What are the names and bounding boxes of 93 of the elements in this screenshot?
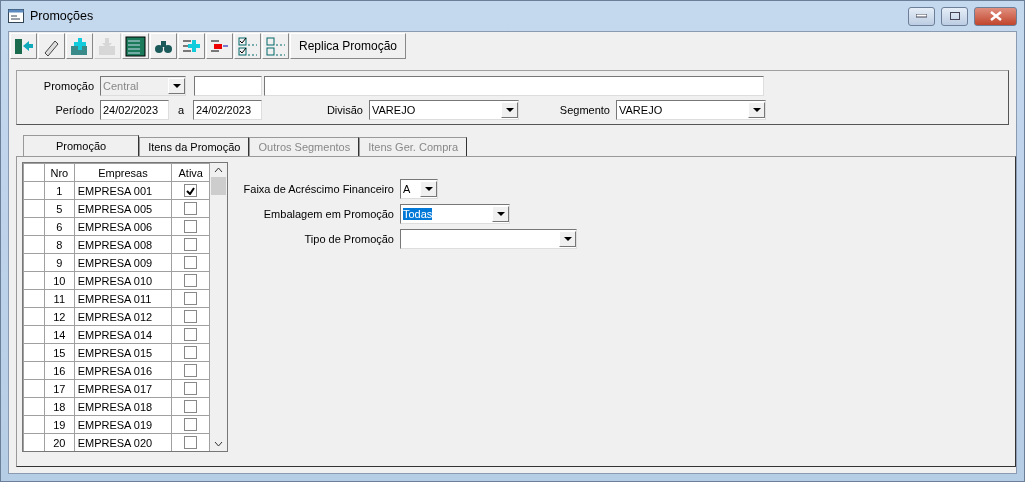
date-field[interactable]: 24/02/2023 <box>100 100 169 120</box>
minimize-button[interactable] <box>908 6 935 26</box>
window-icon <box>8 9 24 23</box>
caret-icon <box>563 236 572 242</box>
window-title: Promoções <box>30 9 95 23</box>
table-cell: EMPRESA 011 <box>74 289 172 308</box>
table-cell: EMPRESA 005 <box>74 199 172 218</box>
input-field[interactable] <box>194 76 262 96</box>
checkbox[interactable] <box>184 256 198 269</box>
tab[interactable]: Itens da Promoção <box>139 137 250 156</box>
dropdown-value: Todas <box>403 208 433 220</box>
toolbar-button[interactable] <box>38 33 65 59</box>
table-cell: 14 <box>44 325 75 344</box>
checkbox[interactable] <box>184 436 198 449</box>
toolbar-button[interactable] <box>150 33 177 59</box>
table-cell: EMPRESA 001 <box>74 181 172 200</box>
table-cell: EMPRESA 006 <box>74 217 172 236</box>
caret-icon <box>496 211 505 217</box>
caret-icon <box>752 107 761 113</box>
checkbox[interactable] <box>184 364 198 377</box>
column-header[interactable]: Ativa <box>171 163 210 182</box>
division-dropdown[interactable]: VAREJO <box>369 100 519 120</box>
tab[interactable]: Promoção <box>23 135 140 156</box>
close-button[interactable] <box>974 6 1017 26</box>
toolbar-button[interactable] <box>122 33 149 59</box>
minimize-icon <box>916 14 927 18</box>
table-cell: 15 <box>44 343 75 362</box>
table-icon <box>125 35 146 57</box>
checkbox[interactable] <box>184 400 198 413</box>
date-separator: a <box>176 104 186 116</box>
table-cell: 5 <box>44 199 75 218</box>
checkbox[interactable] <box>184 184 198 197</box>
caret-icon <box>505 107 514 113</box>
maximize-button[interactable] <box>941 6 968 26</box>
unchecked-list-icon <box>265 35 286 57</box>
dropdown[interactable]: Todas <box>400 204 510 224</box>
checkbox[interactable] <box>184 328 198 341</box>
dropdown[interactable] <box>400 229 577 249</box>
field-label: Promoção <box>42 80 95 92</box>
dropdown-value: A <box>403 183 411 195</box>
table-cell: 16 <box>44 361 75 380</box>
table-cell: 11 <box>44 289 75 308</box>
table-cell: EMPRESA 016 <box>74 361 172 380</box>
table-cell: EMPRESA 019 <box>74 415 172 434</box>
field-label: Segmento <box>558 104 611 116</box>
table-cell: EMPRESA 018 <box>74 397 172 416</box>
checkbox[interactable] <box>184 274 198 287</box>
checkbox[interactable] <box>184 220 198 233</box>
table-cell: 1 <box>44 181 75 200</box>
field-label: Faixa de Acréscimo Financeiro <box>242 183 395 195</box>
checkbox[interactable] <box>184 418 198 431</box>
table-cell: EMPRESA 008 <box>74 235 172 254</box>
caret-icon <box>424 186 433 192</box>
field-label: Período <box>54 104 95 116</box>
table-cell: EMPRESA 015 <box>74 343 172 362</box>
table-cell: 10 <box>44 271 75 290</box>
checkbox[interactable] <box>184 292 198 305</box>
table-cell: 17 <box>44 379 75 398</box>
field-label: Divisão <box>325 104 364 116</box>
field-label: Embalagem em Promoção <box>262 208 395 220</box>
folder-download-icon <box>97 35 118 57</box>
table-cell: 9 <box>44 253 75 272</box>
checkbox[interactable] <box>184 382 198 395</box>
checkbox[interactable] <box>184 202 198 215</box>
table-cell: EMPRESA 009 <box>74 253 172 272</box>
scrollbar[interactable] <box>210 163 227 451</box>
field-label: Tipo de Promoção <box>303 233 395 245</box>
maximize-icon <box>949 12 960 20</box>
table-cell: 8 <box>44 235 75 254</box>
table-cell: 6 <box>44 217 75 236</box>
table-cell: 18 <box>44 397 75 416</box>
table-cell: EMPRESA 012 <box>74 307 172 326</box>
segment-dropdown[interactable]: VAREJO <box>616 100 766 120</box>
checkbox[interactable] <box>184 346 198 359</box>
checked-list-icon <box>237 35 258 57</box>
column-header[interactable]: Nro <box>44 163 75 182</box>
caret-icon <box>172 83 181 89</box>
column-header[interactable]: Empresas <box>74 163 172 182</box>
input-field[interactable] <box>264 76 764 96</box>
close-icon <box>989 11 1002 21</box>
checkbox[interactable] <box>184 238 198 251</box>
toolbar-button[interactable] <box>10 33 37 59</box>
table-cell: EMPRESA 010 <box>74 271 172 290</box>
replica-button[interactable]: Replica Promoção <box>290 33 407 59</box>
date-field[interactable]: 24/02/2023 <box>193 100 262 120</box>
table-cell: EMPRESA 017 <box>74 379 172 398</box>
folder-plus-icon <box>69 35 90 57</box>
table-cell: 12 <box>44 307 75 326</box>
table-cell: EMPRESA 014 <box>74 325 172 344</box>
scroll-thumb[interactable] <box>211 177 227 195</box>
table-cell: 19 <box>44 415 75 434</box>
dropdown[interactable]: A <box>400 179 438 199</box>
checkbox[interactable] <box>184 310 198 323</box>
